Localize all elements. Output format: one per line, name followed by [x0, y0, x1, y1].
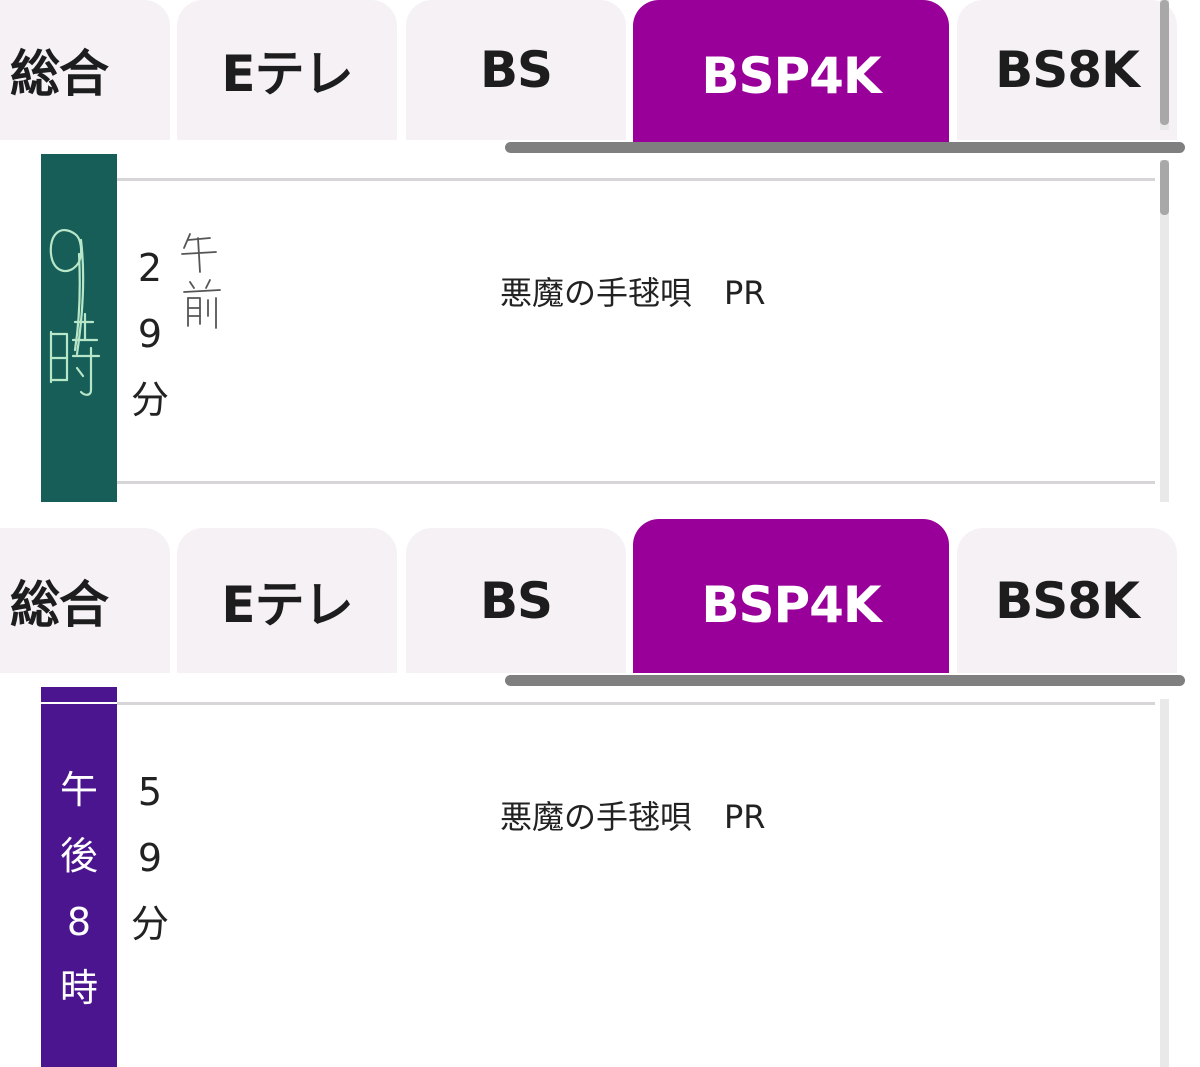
tab-label: 総合 [10, 45, 109, 103]
hour-label: 午 後 8 時 [54, 757, 104, 1021]
tab-bs8k[interactable]: BS8K [957, 0, 1177, 140]
vertical-scrollbar-track[interactable] [1160, 699, 1169, 1067]
tab-bs[interactable]: BS [406, 528, 626, 673]
tab-scroll-indicator[interactable] [505, 142, 1185, 153]
minute-label: 2 9 分 [125, 235, 175, 433]
tab-label: Eテレ [221, 575, 353, 634]
tab-sogo[interactable]: 総合 [0, 0, 170, 140]
minute-char: 分 [130, 378, 169, 422]
row-divider [117, 178, 1155, 181]
tab-scroll-indicator[interactable] [505, 675, 1185, 686]
row-divider [117, 481, 1155, 484]
program-title[interactable]: 悪魔の手毬唄 PR [500, 268, 766, 314]
hour-char: 時 [59, 966, 98, 1010]
tab-label: BSP4K [701, 576, 881, 634]
hour-char: 8 [66, 900, 92, 944]
tab-sogo[interactable]: 総合 [0, 528, 170, 673]
tab-label: Eテレ [221, 45, 353, 103]
tab-label: 総合 [10, 575, 109, 634]
minute-char: 9 [137, 312, 163, 356]
schedule-panel-2: 総合 Eテレ BS BSP4K BS8K 午 後 8 時 5 9 分 悪魔の手毬… [0, 517, 1200, 1067]
tab-label: BS8K [995, 41, 1140, 99]
tab-bs[interactable]: BS [406, 0, 626, 140]
row-divider [117, 702, 1155, 705]
tab-label: BS8K [995, 571, 1140, 630]
tab-bsp4k[interactable]: BSP4K [633, 0, 949, 146]
tab-etele[interactable]: Eテレ [177, 0, 397, 140]
tab-label: BS [479, 41, 553, 99]
schedule-panel-1: 総合 Eテレ BS BSP4K BS8K 2 9 分 悪魔の手毬唄 PR [0, 0, 1200, 502]
hour-strip [41, 154, 117, 502]
handwritten-ampm [181, 233, 221, 329]
hour-strip-divider [41, 702, 117, 704]
hour-char: 午 [59, 768, 98, 812]
program-title[interactable]: 悪魔の手毬唄 PR [500, 792, 766, 838]
vertical-scrollbar-thumb[interactable] [1160, 0, 1169, 125]
tab-etele[interactable]: Eテレ [177, 528, 397, 673]
minute-char: 5 [137, 770, 163, 814]
vertical-scrollbar-thumb[interactable] [1160, 160, 1169, 215]
tab-bsp4k[interactable]: BSP4K [633, 519, 949, 673]
tab-label: BSP4K [701, 47, 881, 105]
minute-label: 5 9 分 [125, 759, 175, 957]
minute-char: 9 [137, 836, 163, 880]
handwritten-hour [49, 229, 101, 396]
hour-char: 後 [59, 834, 98, 878]
tab-bs8k[interactable]: BS8K [957, 528, 1177, 673]
tab-label: BS [479, 571, 553, 630]
minute-char: 2 [137, 246, 163, 290]
minute-char: 分 [130, 902, 169, 946]
